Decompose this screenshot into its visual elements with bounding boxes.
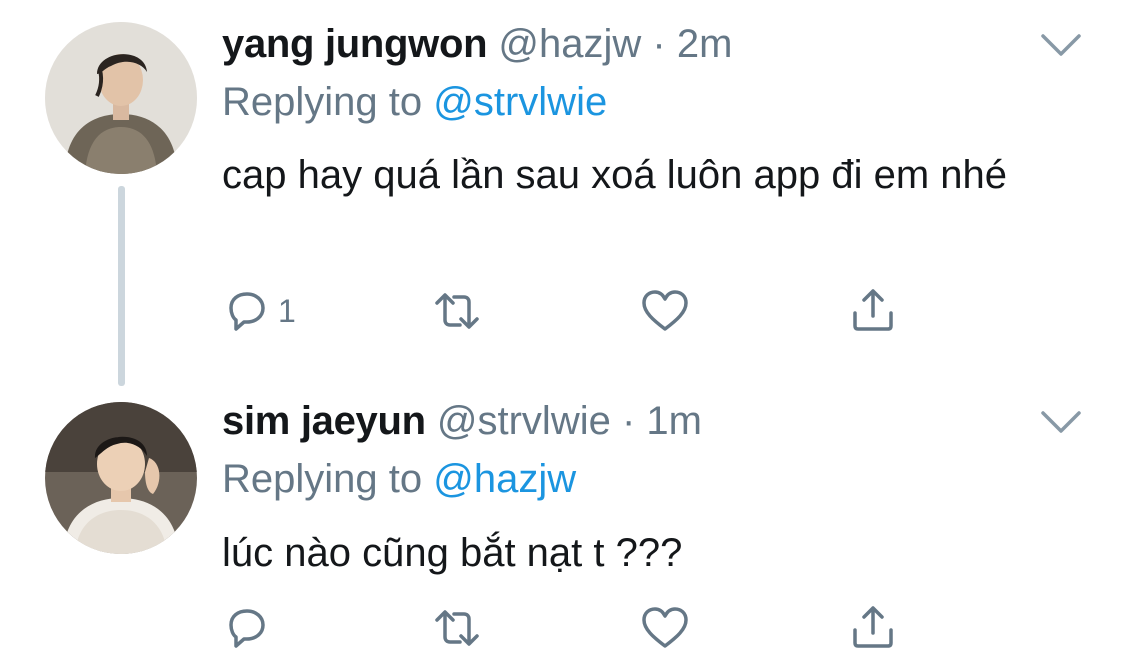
share-button[interactable] xyxy=(848,603,898,653)
share-icon xyxy=(853,606,893,648)
separator: · xyxy=(621,399,636,443)
display-name[interactable]: yang jungwon xyxy=(222,22,488,66)
retweet-icon xyxy=(435,610,479,646)
separator: · xyxy=(652,22,666,66)
avatar[interactable] xyxy=(45,402,197,554)
reply-button[interactable]: 1 xyxy=(222,286,296,336)
replying-to-line: Replying to @hazjw xyxy=(222,455,576,503)
chevron-down-icon[interactable] xyxy=(1040,32,1082,58)
tweet-text: cap hay quá lần sau xoá luôn app đi em n… xyxy=(222,153,1008,197)
reply-button[interactable] xyxy=(222,603,278,653)
retweet-button[interactable] xyxy=(432,603,482,653)
share-icon xyxy=(853,289,893,331)
action-bar xyxy=(222,603,922,653)
avatar[interactable] xyxy=(45,22,197,174)
heart-icon xyxy=(642,607,688,648)
like-button[interactable] xyxy=(640,603,690,653)
share-button[interactable] xyxy=(848,286,898,336)
timestamp[interactable]: 2m xyxy=(677,22,733,66)
replying-to-label: Replying to xyxy=(222,80,423,124)
timestamp[interactable]: 1m xyxy=(646,399,702,443)
retweet-button[interactable] xyxy=(432,286,482,336)
reply-count: 1 xyxy=(278,293,296,329)
tweet-header: yang jungwon @hazjw · 2m xyxy=(222,20,732,68)
avatar-icon xyxy=(45,402,197,554)
handle[interactable]: @hazjw xyxy=(498,22,641,66)
chevron-down-icon[interactable] xyxy=(1040,409,1082,435)
reply-icon xyxy=(229,292,265,331)
replying-to-line: Replying to @strvlwie xyxy=(222,78,607,126)
replying-to-mention[interactable]: @strvlwie xyxy=(433,80,607,124)
retweet-icon xyxy=(435,293,479,329)
heart-icon xyxy=(642,290,688,331)
replying-to-label: Replying to xyxy=(222,457,423,501)
replying-to-mention[interactable]: @hazjw xyxy=(433,457,576,501)
handle[interactable]: @strvlwie xyxy=(437,399,611,443)
tweet-1[interactable]: yang jungwon @hazjw · 2m Replying to @st… xyxy=(0,0,1125,386)
tweet-2[interactable]: sim jaeyun @strvlwie · 1m Replying to @h… xyxy=(0,385,1125,672)
reply-icon xyxy=(229,609,265,648)
like-button[interactable] xyxy=(640,286,690,336)
avatar-icon xyxy=(45,22,197,174)
tweet-header: sim jaeyun @strvlwie · 1m xyxy=(222,397,702,445)
thread-line xyxy=(118,186,125,386)
action-bar: 1 xyxy=(222,286,922,336)
display-name[interactable]: sim jaeyun xyxy=(222,399,426,443)
tweet-text: lúc nào cũng bắt nạt t ??? xyxy=(222,531,683,575)
